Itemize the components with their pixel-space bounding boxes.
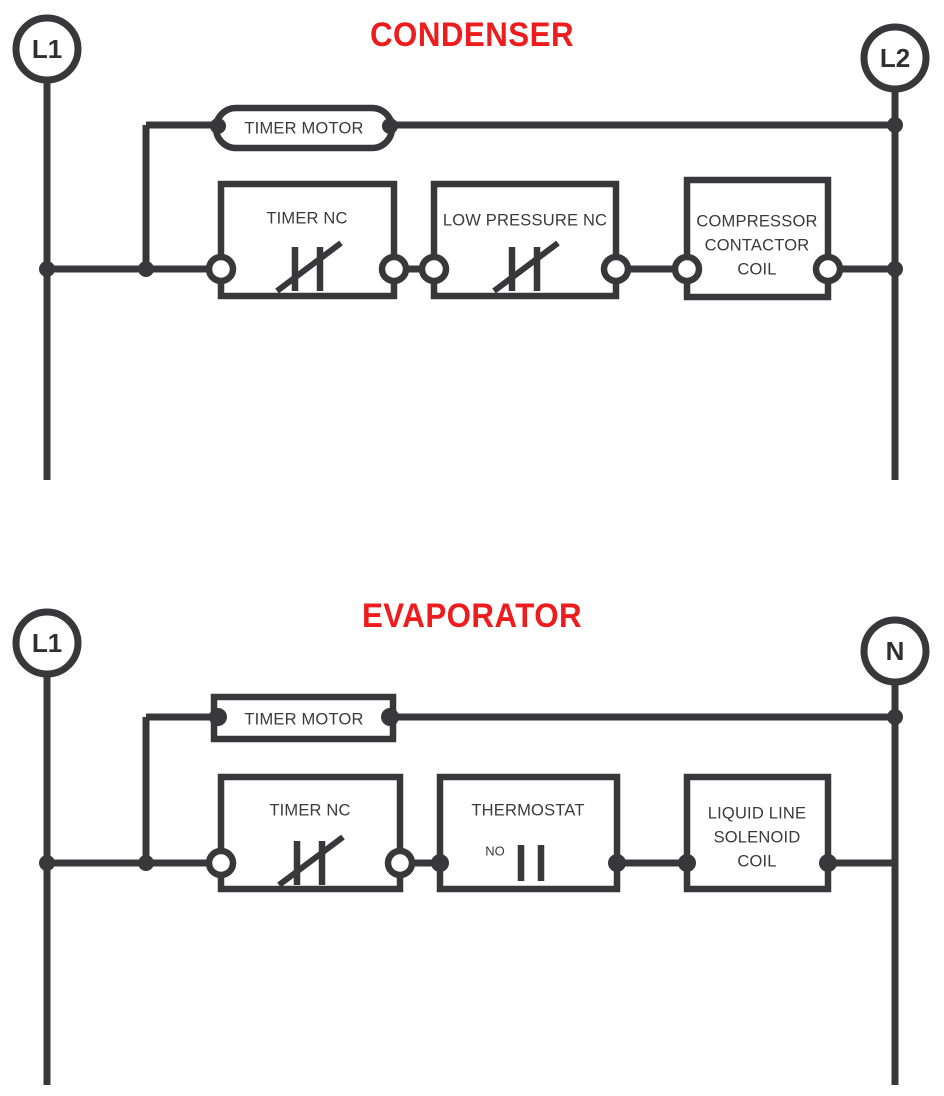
condenser-compressor-coil-label-line3: COIL [737, 260, 776, 278]
evaporator-thermostat-label: THERMOSTAT [471, 801, 584, 819]
evaporator-timer-nc-terminal-right [384, 847, 416, 879]
condenser-node-l2-label: L2 [880, 43, 910, 73]
evaporator-timer-motor-terminal-right [381, 708, 399, 726]
condenser-timer-nc-body[interactable] [217, 180, 398, 300]
condenser-junction-l1-rail [39, 261, 55, 277]
evaporator-junction-branch [138, 855, 154, 871]
condenser-low-pressure-nc-body[interactable] [430, 180, 620, 300]
condenser-low-pressure-nc-terminal-left [418, 253, 450, 285]
evaporator-junction-l1-rail [39, 855, 55, 871]
condenser-junction-l2-timer [887, 117, 903, 133]
evaporator-node-n-label: N [886, 636, 905, 666]
condenser-timer-motor-label: TIMER MOTOR [244, 119, 363, 137]
condenser-compressor-coil-label-line1: COMPRESSOR [696, 212, 817, 230]
condenser-low-pressure-nc-terminal-right [600, 253, 632, 285]
evaporator-section: TIMER MOTOR TIMER NC THERMOSTAT NO LIQUI… [12, 608, 930, 1085]
evaporator-solenoid-coil-label-line1: LIQUID LINE [708, 804, 806, 822]
evaporator-timer-nc-label: TIMER NC [269, 801, 350, 819]
condenser-node-l1-label: L1 [32, 34, 62, 64]
condenser-junction-l2-rail [887, 261, 903, 277]
condenser-section: TIMER MOTOR TIMER NC LOW PRESSURE NC COM… [12, 14, 930, 480]
evaporator-timer-nc-terminal-left [205, 847, 237, 879]
evaporator-node-l1-label: L1 [32, 628, 62, 658]
condenser-timer-motor-terminal-left [210, 118, 226, 134]
evaporator-solenoid-coil-terminal-right [819, 854, 837, 872]
evaporator-timer-nc-body[interactable] [217, 773, 404, 893]
evaporator-junction-n-timer [887, 709, 903, 725]
evaporator-thermostat-terminal-left [431, 854, 449, 872]
condenser-timer-nc-label: TIMER NC [266, 209, 347, 227]
evaporator-solenoid-coil-terminal-left [678, 854, 696, 872]
condenser-low-pressure-nc-label: LOW PRESSURE NC [443, 211, 607, 229]
condenser-junction-branch [138, 261, 154, 277]
evaporator-solenoid-coil-label-line3: COIL [737, 852, 776, 870]
wiring-diagram-root: CONDENSER EVAPORATOR TIMER MOTOR TIMER N… [0, 0, 944, 1096]
evaporator-thermostat-no-label: NO [485, 843, 505, 858]
evaporator-timer-motor-label: TIMER MOTOR [244, 710, 363, 728]
condenser-timer-motor-terminal-right [382, 118, 398, 134]
evaporator-solenoid-coil-label-line2: SOLENOID [714, 828, 801, 846]
condenser-compressor-coil-terminal-left [671, 253, 703, 285]
condenser-timer-nc-terminal-right [378, 253, 410, 285]
condenser-timer-nc-terminal-left [205, 253, 237, 285]
wiring-schematic-canvas: TIMER MOTOR TIMER NC LOW PRESSURE NC COM… [12, 14, 930, 1085]
evaporator-timer-motor-terminal-left [209, 708, 227, 726]
evaporator-thermostat-body[interactable] [436, 773, 621, 893]
condenser-compressor-coil-terminal-right [812, 253, 844, 285]
condenser-compressor-coil-label-line2: CONTACTOR [705, 236, 810, 254]
evaporator-thermostat-terminal-right [608, 854, 626, 872]
